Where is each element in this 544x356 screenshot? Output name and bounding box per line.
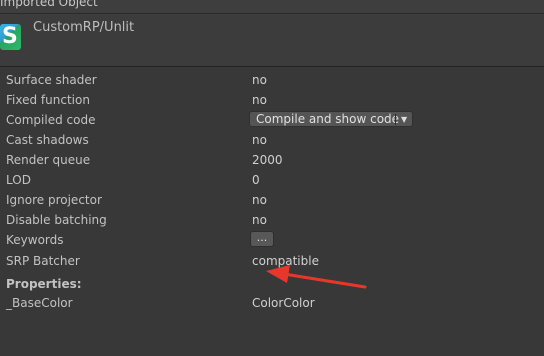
property-value: no [252, 73, 267, 87]
window-title: Imported Object [0, 0, 98, 9]
properties-section-label: Properties: [6, 277, 82, 291]
shader-icon-letter: S [2, 24, 18, 49]
row-fixed-function: Fixed function no [0, 90, 544, 110]
compile-code-dropdown[interactable]: Compile and show code ▼ [249, 111, 413, 127]
property-value: 0 [252, 173, 260, 187]
property-value: no [252, 193, 267, 207]
shader-icon: S [0, 24, 21, 50]
property-label: Render queue [6, 153, 91, 167]
property-label: _BaseColor [6, 296, 73, 310]
dropdown-separator [395, 114, 396, 125]
row-disable-batching: Disable batching no [0, 210, 544, 230]
asset-header: S CustomRP/Unlit [0, 14, 544, 67]
property-label: Ignore projector [6, 193, 102, 207]
property-label: Cast shadows [6, 133, 89, 147]
row-srp-batcher: SRP Batcher compatible [0, 251, 544, 271]
row-base-color: _BaseColor ColorColor [0, 293, 544, 313]
property-label: Keywords [6, 233, 64, 247]
row-cast-shadows: Cast shadows no [0, 130, 544, 150]
property-label: LOD [6, 173, 31, 187]
row-compiled-code: Compiled code Compile and show code ▼ [0, 110, 544, 130]
property-value: no [252, 93, 267, 107]
row-ignore-projector: Ignore projector no [0, 190, 544, 210]
property-label: Disable batching [6, 213, 107, 227]
keywords-button[interactable]: ... [250, 231, 274, 247]
property-value: compatible [252, 254, 319, 268]
property-value: no [252, 133, 267, 147]
row-keywords: Keywords ... [0, 230, 544, 250]
dropdown-label: Compile and show code [256, 112, 400, 126]
property-value: ColorColor [252, 296, 315, 310]
property-value: 2000 [252, 153, 283, 167]
property-label: Fixed function [6, 93, 90, 107]
row-lod: LOD 0 [0, 170, 544, 190]
inspector-header-bar: Imported Object [0, 0, 544, 14]
dropdown-arrow-icon[interactable]: ▼ [401, 112, 407, 127]
row-render-queue: Render queue 2000 [0, 150, 544, 170]
row-surface-shader: Surface shader no [0, 70, 544, 90]
asset-name: CustomRP/Unlit [33, 20, 135, 35]
property-label: SRP Batcher [6, 254, 80, 268]
row-properties-header: Properties: [0, 274, 544, 294]
property-value: no [252, 213, 267, 227]
property-label: Surface shader [6, 73, 97, 87]
property-label: Compiled code [6, 113, 96, 127]
